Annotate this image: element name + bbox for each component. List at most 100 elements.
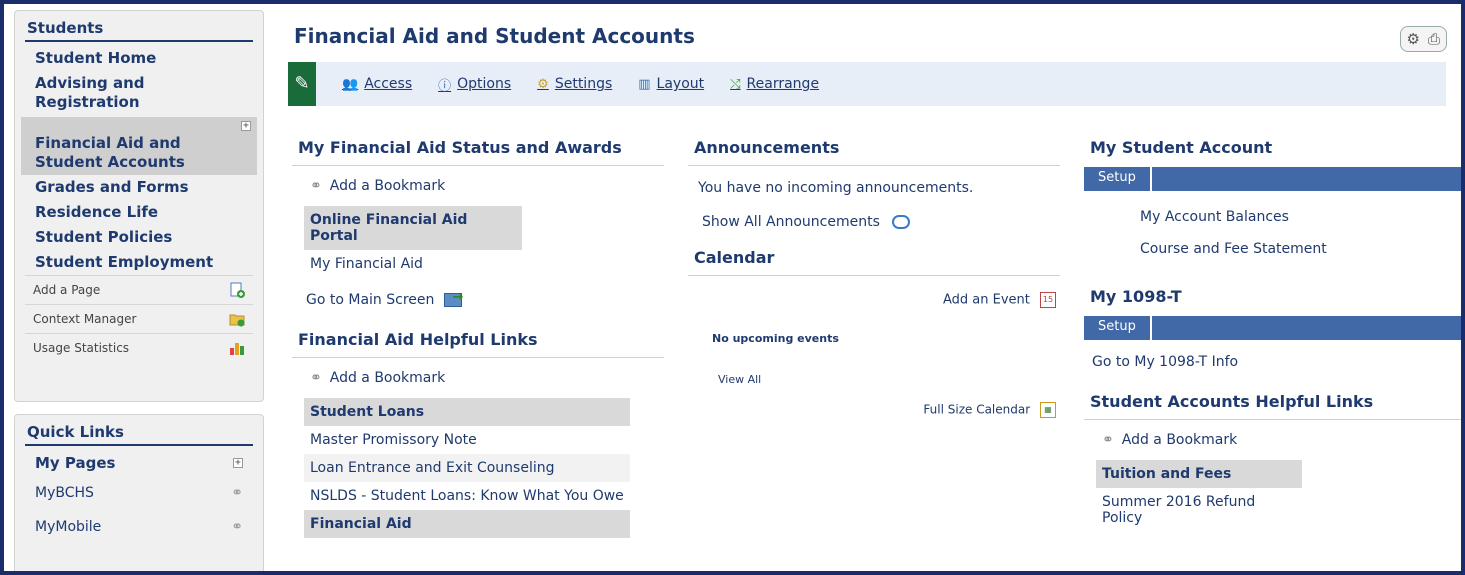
quick-link-label: My Pages bbox=[35, 454, 116, 472]
no-events-text: No upcoming events bbox=[712, 332, 839, 345]
expand-icon[interactable]: + bbox=[241, 121, 251, 131]
loan-link[interactable]: NSLDS - Student Loans: Know What You Owe bbox=[304, 482, 630, 510]
quick-link-label: MyMobile bbox=[35, 519, 102, 535]
options-label: Options bbox=[457, 76, 512, 92]
add-event-link[interactable]: Add an Event 15 bbox=[688, 276, 1060, 314]
my-financial-aid-link[interactable]: My Financial Aid bbox=[304, 250, 522, 278]
context-manager-label: Context Manager bbox=[33, 312, 137, 326]
bookmark-icon: ⚭ bbox=[1102, 432, 1114, 448]
context-manager-link[interactable]: Context Manager bbox=[25, 304, 253, 333]
speech-bubble-icon bbox=[892, 215, 911, 229]
add-bookmark-label: Add a Bookmark bbox=[329, 178, 446, 194]
settings-button[interactable]: ⚙ Settings bbox=[537, 76, 612, 92]
announcements-column: Announcements You have no incoming annou… bbox=[688, 130, 1060, 418]
add-bookmark-button[interactable]: ⚭ Add a Bookmark bbox=[292, 358, 664, 398]
accounts-helpful-title: Student Accounts Helpful Links bbox=[1084, 384, 1461, 420]
layout-label: Layout bbox=[656, 76, 705, 92]
quick-links-title: Quick Links bbox=[25, 419, 253, 446]
link-icon: ⚭ bbox=[231, 519, 243, 535]
folder-icon bbox=[229, 314, 245, 327]
add-bookmark-button[interactable]: ⚭ Add a Bookmark bbox=[292, 166, 664, 206]
view-all-link[interactable]: View All bbox=[688, 353, 1060, 392]
layout-icon: ▥ bbox=[638, 76, 651, 92]
settings-label: Settings bbox=[554, 76, 613, 92]
expand-icon[interactable]: + bbox=[233, 458, 243, 468]
bar-chart-icon bbox=[230, 343, 244, 355]
loan-link[interactable]: Loan Entrance and Exit Counseling bbox=[304, 454, 630, 482]
sidebar-item-residence[interactable]: Residence Life bbox=[25, 200, 253, 225]
no-announcements-text: You have no incoming announcements. bbox=[698, 180, 974, 196]
usage-statistics-link[interactable]: Usage Statistics bbox=[25, 333, 253, 362]
setup-tab[interactable]: Setup bbox=[1084, 167, 1152, 191]
fee-statement-link[interactable]: Course and Fee Statement bbox=[1084, 233, 1461, 265]
add-page-link[interactable]: Add a Page bbox=[25, 275, 253, 304]
quick-link-mybchs[interactable]: MyBCHS ⚭ bbox=[25, 476, 253, 510]
my-student-account-title: My Student Account bbox=[1090, 138, 1273, 157]
setup-bar: Setup bbox=[1084, 167, 1461, 191]
page-frame: Students Student Home Advising and Regis… bbox=[4, 4, 1461, 571]
header-tools: ⚙ ⎙ bbox=[1399, 26, 1447, 52]
access-label: Access bbox=[364, 76, 413, 92]
usage-statistics-label: Usage Statistics bbox=[33, 341, 130, 355]
options-button[interactable]: ⓘ Options bbox=[438, 75, 511, 94]
quick-link-my-pages[interactable]: My Pages + bbox=[25, 450, 253, 476]
loan-link[interactable]: Master Promissory Note bbox=[304, 426, 630, 454]
students-title: Students bbox=[25, 15, 253, 42]
helpful-links-title: Financial Aid Helpful Links bbox=[292, 322, 664, 358]
sidebar-item-advising[interactable]: Advising and Registration bbox=[25, 71, 253, 115]
layout-button[interactable]: ▥ Layout bbox=[638, 76, 704, 92]
go-icon bbox=[444, 290, 463, 307]
options-icon: ⓘ bbox=[438, 78, 452, 94]
sidebar-item-policies[interactable]: Student Policies bbox=[25, 225, 253, 250]
quick-link-label: MyBCHS bbox=[35, 485, 94, 501]
setup-tab[interactable]: Setup bbox=[1084, 316, 1152, 340]
access-button[interactable]: 👥 Access bbox=[342, 76, 412, 92]
main-screen-link[interactable]: Go to Main Screen bbox=[292, 278, 664, 322]
sidebar: Students Student Home Advising and Regis… bbox=[14, 10, 264, 571]
t1098-title: My 1098-T bbox=[1090, 287, 1182, 306]
bookmark-icon: ⚭ bbox=[310, 178, 322, 194]
setup-bar: Setup bbox=[1084, 316, 1461, 340]
add-bookmark-button[interactable]: ⚭ Add a Bookmark bbox=[1084, 420, 1461, 460]
account-links: My Account Balances Course and Fee State… bbox=[1084, 191, 1461, 265]
full-calendar-label: Full Size Calendar bbox=[923, 402, 1031, 417]
calendar-title: Calendar bbox=[688, 244, 1060, 276]
wrench-icon[interactable]: ✎ bbox=[288, 62, 316, 106]
main-screen-label: Go to Main Screen bbox=[306, 292, 435, 308]
sidebar-item-student-home[interactable]: Student Home bbox=[25, 46, 253, 71]
add-page-icon bbox=[230, 282, 245, 298]
calendar-grid-icon: ▦ bbox=[1040, 402, 1056, 418]
sidebar-item-employment[interactable]: Student Employment bbox=[25, 250, 253, 275]
print-icon[interactable]: ⎙ bbox=[1428, 30, 1440, 48]
quick-link-mymobile[interactable]: MyMobile ⚭ bbox=[25, 510, 253, 544]
status-awards-title: My Financial Aid Status and Awards bbox=[292, 130, 664, 166]
toolbar: ✎ 👥 Access ⓘ Options ⚙ Settings ▥ Layout… bbox=[288, 62, 1446, 106]
add-bookmark-label: Add a Bookmark bbox=[1121, 432, 1238, 448]
calendar-add-icon: 15 bbox=[1040, 292, 1056, 308]
rearrange-icon: ⤭ bbox=[730, 76, 741, 92]
t1098-link[interactable]: Go to My 1098-T Info bbox=[1084, 340, 1461, 384]
add-event-label: Add an Event bbox=[942, 292, 1030, 308]
sidebar-item-grades[interactable]: Grades and Forms bbox=[25, 175, 253, 200]
full-calendar-link[interactable]: Full Size Calendar ▦ bbox=[688, 392, 1060, 418]
quick-links-box: Quick Links My Pages + MyBCHS ⚭ MyMobile… bbox=[14, 414, 264, 571]
sidebar-item-financial-aid[interactable]: + Financial Aid and Student Accounts bbox=[21, 117, 257, 175]
tuition-group-header: Tuition and Fees bbox=[1096, 460, 1302, 488]
student-account-column: My Student Account Setup My Account Bala… bbox=[1084, 130, 1461, 532]
account-balances-link[interactable]: My Account Balances bbox=[1084, 201, 1461, 233]
add-bookmark-label: Add a Bookmark bbox=[329, 370, 446, 386]
users-icon: 👥 bbox=[342, 76, 359, 92]
students-box: Students Student Home Advising and Regis… bbox=[14, 10, 264, 402]
add-page-label: Add a Page bbox=[33, 283, 101, 297]
aid-group-header: Financial Aid bbox=[304, 510, 630, 538]
loans-group-header: Student Loans bbox=[304, 398, 630, 426]
show-all-announcements-link[interactable]: Show All Announcements bbox=[688, 210, 1060, 244]
rearrange-button[interactable]: ⤭ Rearrange bbox=[730, 76, 819, 92]
gear-icon: ⚙ bbox=[537, 76, 549, 92]
gear-icon[interactable]: ⚙ bbox=[1407, 30, 1420, 48]
rearrange-label: Rearrange bbox=[746, 76, 820, 92]
financial-aid-column: My Financial Aid Status and Awards ⚭ Add… bbox=[292, 130, 664, 538]
page-title: Financial Aid and Student Accounts bbox=[294, 24, 695, 48]
portal-group-header: Online Financial Aid Portal bbox=[304, 206, 522, 250]
refund-policy-link[interactable]: Summer 2016 Refund Policy bbox=[1096, 488, 1302, 532]
